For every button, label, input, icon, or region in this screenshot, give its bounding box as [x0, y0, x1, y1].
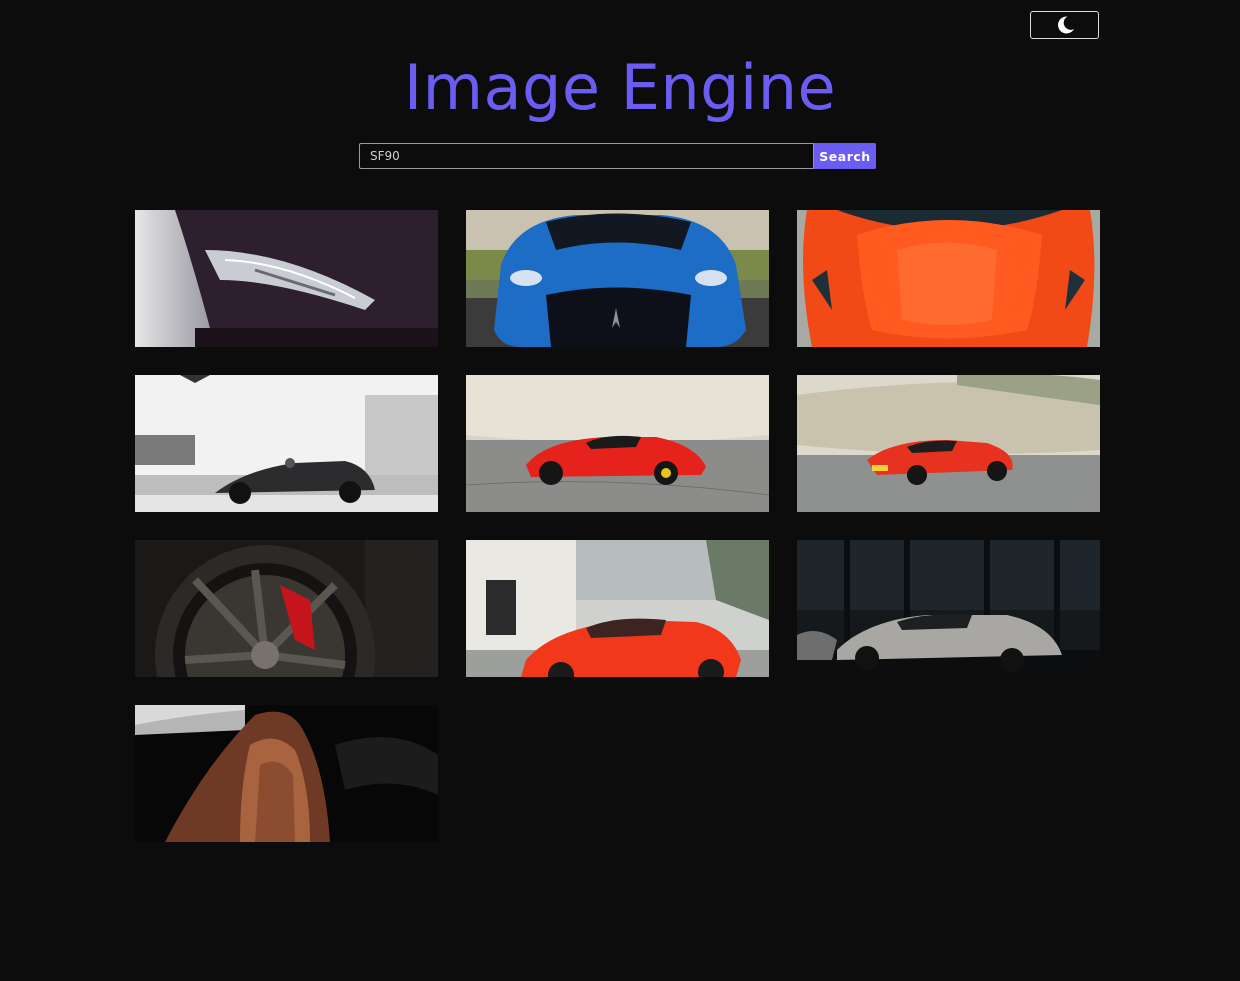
page-title: Image Engine — [403, 51, 837, 124]
image-grid — [135, 210, 1100, 842]
search-bar: Search — [359, 143, 876, 169]
result-image[interactable] — [797, 375, 1100, 512]
page: Image Engine Search — [0, 0, 1240, 981]
search-input[interactable] — [359, 143, 814, 169]
search-button[interactable]: Search — [814, 143, 876, 169]
result-image[interactable] — [135, 705, 438, 842]
result-image[interactable] — [135, 210, 438, 347]
result-image[interactable] — [797, 210, 1100, 347]
result-image[interactable] — [135, 375, 438, 512]
theme-toggle-button[interactable] — [1030, 11, 1099, 39]
moon-icon — [1054, 14, 1076, 36]
result-image[interactable] — [135, 540, 438, 677]
result-image[interactable] — [466, 540, 769, 677]
result-image[interactable] — [466, 210, 769, 347]
result-image[interactable] — [466, 375, 769, 512]
result-image[interactable] — [797, 540, 1100, 677]
